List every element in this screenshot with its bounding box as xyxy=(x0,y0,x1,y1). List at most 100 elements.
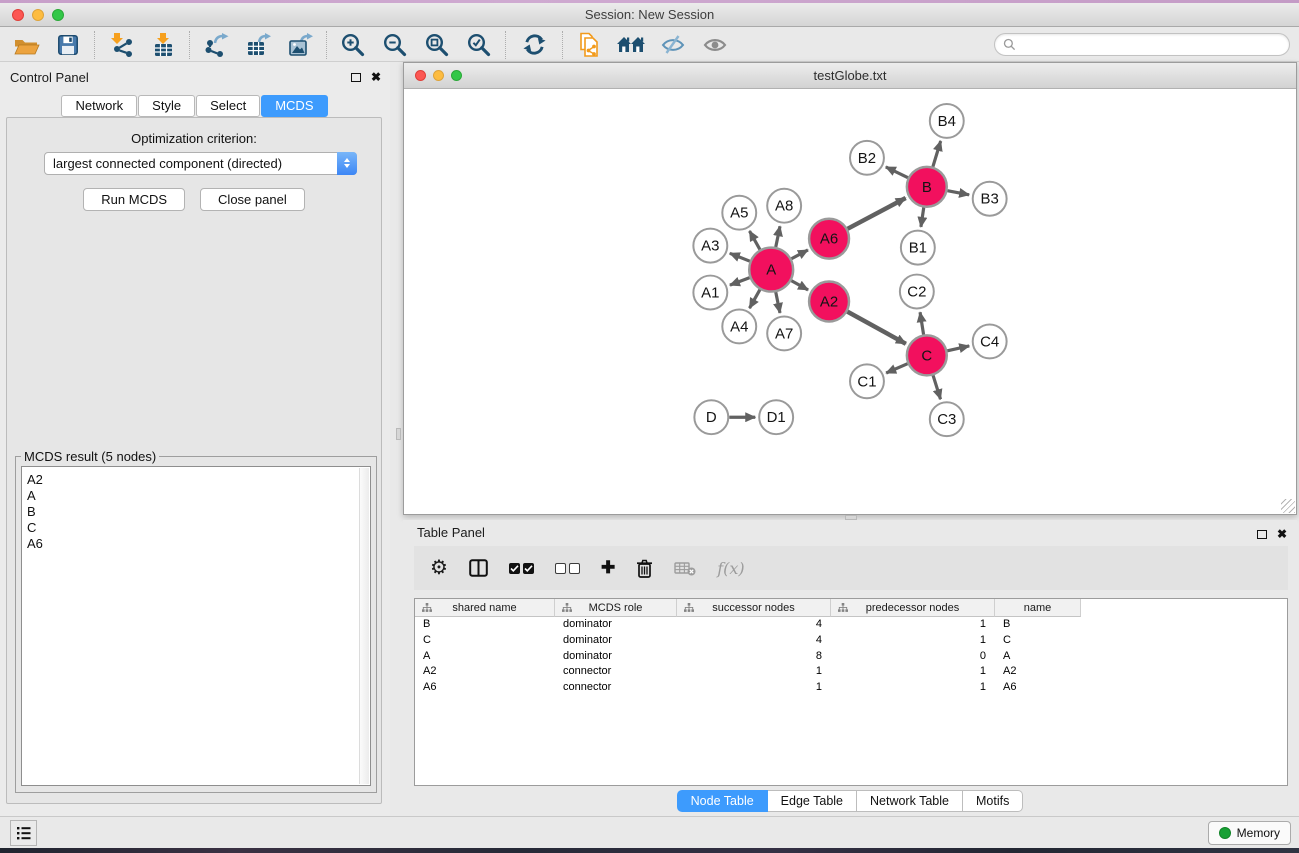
zoom-selected-button[interactable] xyxy=(458,30,500,60)
table-row[interactable]: Adominator80A xyxy=(415,649,1287,665)
graph-node-D1[interactable]: D1 xyxy=(759,400,793,434)
graph-node-C[interactable]: C xyxy=(907,335,947,375)
show-graphics-details-button[interactable] xyxy=(694,30,736,60)
refresh-button[interactable] xyxy=(511,30,557,60)
tab-node-table[interactable]: Node Table xyxy=(677,790,768,812)
memory-status-dot xyxy=(1219,827,1231,839)
graph-edge-A-A8 xyxy=(776,226,780,247)
tab-edge-table[interactable]: Edge Table xyxy=(768,790,857,812)
table-cell: A2 xyxy=(995,664,1081,680)
table-row[interactable]: Bdominator41B xyxy=(415,617,1287,633)
import-table-button[interactable] xyxy=(142,30,184,60)
tab-mcds[interactable]: MCDS xyxy=(261,95,327,117)
graph-node-B1[interactable]: B1 xyxy=(901,231,935,265)
hide-graphics-details-button[interactable] xyxy=(652,30,694,60)
graph-node-C2[interactable]: C2 xyxy=(900,275,934,309)
open-session-button[interactable] xyxy=(5,30,47,60)
network-canvas[interactable]: B4 B2 B B3 A8 A5 A6 B1 A3 A C2 A1 A2 A4 A7 C4 C C1 C3 D D1 xyxy=(404,89,1296,514)
zoom-in-button[interactable] xyxy=(332,30,374,60)
graph-node-A3[interactable]: A3 xyxy=(693,229,727,263)
graph-node-C4[interactable]: C4 xyxy=(973,324,1007,358)
table-cell: 1 xyxy=(831,617,995,633)
tab-select[interactable]: Select xyxy=(196,95,260,117)
float-panel-icon[interactable] xyxy=(351,73,361,82)
column-header-name[interactable]: name xyxy=(995,599,1081,617)
run-mcds-button[interactable]: Run MCDS xyxy=(83,188,185,211)
table-row[interactable]: Cdominator41C xyxy=(415,633,1287,649)
status-bar: Memory xyxy=(0,816,1299,848)
close-panel-button[interactable]: Close panel xyxy=(200,188,305,211)
column-header-shared-name[interactable]: shared name xyxy=(415,599,555,617)
graph-node-B2[interactable]: B2 xyxy=(850,141,884,175)
mcds-result-item[interactable]: A6 xyxy=(27,536,370,552)
graph-node-A8[interactable]: A8 xyxy=(767,189,801,223)
graph-node-B3[interactable]: B3 xyxy=(973,182,1007,216)
zoom-out-button[interactable] xyxy=(374,30,416,60)
deselect-all-icon[interactable] xyxy=(555,563,580,574)
mcds-result-group: MCDS result (5 nodes) A2ABCA6 xyxy=(15,456,377,793)
list-icon xyxy=(15,825,32,841)
export-table-button[interactable] xyxy=(237,30,279,60)
import-network-button[interactable] xyxy=(100,30,142,60)
column-header-predecessor-nodes[interactable]: predecessor nodes xyxy=(831,599,995,617)
column-header-successor-nodes[interactable]: successor nodes xyxy=(677,599,831,617)
table-cell: C xyxy=(415,633,555,649)
mcds-result-item[interactable]: A2 xyxy=(27,472,370,488)
graph-node-A4[interactable]: A4 xyxy=(722,309,756,343)
function-builder-icon: f(x) xyxy=(717,559,744,578)
select-all-icon[interactable] xyxy=(509,563,534,574)
window-resize-grip[interactable] xyxy=(1281,499,1295,513)
mcds-result-item[interactable]: C xyxy=(27,520,370,536)
select-stepper-icon[interactable] xyxy=(337,152,357,175)
mcds-result-item[interactable]: A xyxy=(27,488,370,504)
table-cell: 1 xyxy=(677,680,831,696)
svg-text:B1: B1 xyxy=(909,240,927,257)
tab-style[interactable]: Style xyxy=(138,95,195,117)
tab-network[interactable]: Network xyxy=(61,95,137,117)
table-settings-gear-icon[interactable]: ⚙ xyxy=(430,558,448,578)
import-network-icon xyxy=(108,32,134,58)
float-table-panel-icon[interactable] xyxy=(1257,530,1267,539)
table-cell: A2 xyxy=(415,664,555,680)
graph-node-A6[interactable]: A6 xyxy=(809,219,849,259)
graph-node-C1[interactable]: C1 xyxy=(850,364,884,398)
show-column-icon[interactable] xyxy=(469,559,488,577)
homes-button[interactable] xyxy=(610,30,652,60)
window-title: Session: New Session xyxy=(0,3,1299,27)
tab-network-table[interactable]: Network Table xyxy=(857,790,963,812)
export-network-button[interactable] xyxy=(195,30,237,60)
new-network-document-button[interactable] xyxy=(568,30,610,60)
graph-node-D[interactable]: D xyxy=(694,400,728,434)
mcds-result-item[interactable]: B xyxy=(27,504,370,520)
memory-button[interactable]: Memory xyxy=(1208,821,1291,845)
column-header-MCDS-role[interactable]: MCDS role xyxy=(555,599,677,617)
close-panel-icon[interactable]: ✖ xyxy=(371,71,381,83)
zoom-fit-button[interactable] xyxy=(416,30,458,60)
table-cell: 1 xyxy=(677,664,831,680)
graph-node-A2[interactable]: A2 xyxy=(809,282,849,322)
task-history-button[interactable] xyxy=(10,820,37,846)
close-table-panel-icon[interactable]: ✖ xyxy=(1277,528,1287,540)
table-row[interactable]: A2connector11A2 xyxy=(415,664,1287,680)
graph-node-A1[interactable]: A1 xyxy=(693,276,727,310)
graph-node-A7[interactable]: A7 xyxy=(767,316,801,350)
export-image-button[interactable] xyxy=(279,30,321,60)
tab-motifs[interactable]: Motifs xyxy=(963,790,1023,812)
graph-node-B4[interactable]: B4 xyxy=(930,104,964,138)
delete-column-trash-icon[interactable] xyxy=(636,559,653,578)
network-view-window: testGlobe.txt B4B2BB3A8A5A6B1A3AC2A1A2A4… xyxy=(403,62,1297,515)
save-session-button[interactable] xyxy=(47,30,89,60)
network-graph: B4 B2 B B3 A8 A5 A6 B1 A3 A C2 A1 A2 A4 A7 C4 C C1 C3 D D1 xyxy=(404,89,1296,514)
create-column-plus-icon[interactable]: ✚ xyxy=(601,558,615,578)
graph-node-A5[interactable]: A5 xyxy=(722,196,756,230)
search-field[interactable] xyxy=(994,33,1290,56)
horizontal-splitter-handle[interactable] xyxy=(396,428,401,440)
table-row[interactable]: A6connector11A6 xyxy=(415,680,1287,696)
graph-node-A[interactable]: A xyxy=(749,248,793,292)
result-scrollbar[interactable] xyxy=(359,468,369,784)
optimization-select[interactable]: largest connected component (directed) xyxy=(44,152,357,175)
graph-edge-A-A1 xyxy=(730,278,750,285)
graph-node-B[interactable]: B xyxy=(907,167,947,207)
graph-node-C3[interactable]: C3 xyxy=(930,402,964,436)
search-input[interactable] xyxy=(1020,38,1289,52)
